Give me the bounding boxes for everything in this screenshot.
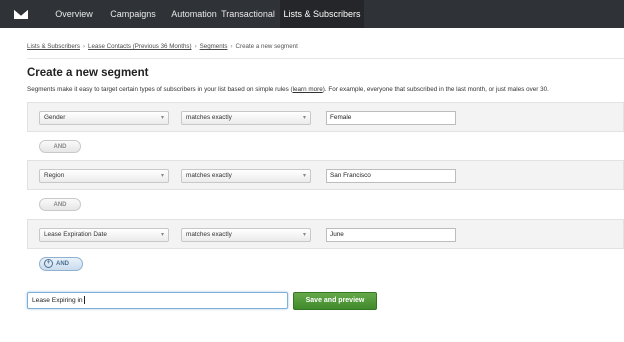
rule-value-input[interactable]: Female: [326, 111, 456, 125]
breadcrumb-separator: ›: [230, 43, 233, 50]
learn-more-link[interactable]: learn more: [293, 86, 323, 93]
rule-field-select[interactable]: Region ▾: [39, 169, 169, 183]
breadcrumb-current: Create a new segment: [235, 43, 298, 50]
add-and-rule-button[interactable]: + AND: [39, 257, 83, 271]
save-and-preview-button[interactable]: Save and preview: [293, 292, 377, 310]
breadcrumb-lists[interactable]: Lists & Subscribers: [27, 43, 80, 50]
top-nav: Overview Campaigns Automation Transactio…: [0, 0, 624, 28]
nav-transactional[interactable]: Transactional: [218, 0, 278, 28]
segment-name-input[interactable]: Lease Expiring in: [27, 292, 288, 309]
rule-field-select[interactable]: Gender ▾: [39, 111, 169, 125]
rule-operator-select[interactable]: matches exactly ▾: [181, 228, 311, 242]
breadcrumb-list-name[interactable]: Lease Contacts (Previous 36 Months): [88, 43, 192, 50]
intro-text-start: Segments make it easy to target certain …: [27, 86, 293, 93]
rule-row: Region ▾ matches exactly ▾ San Francisco: [27, 160, 624, 190]
rule-operator-value: matches exactly: [186, 114, 232, 121]
page-title: Create a new segment: [27, 67, 149, 79]
rule-row: Gender ▾ matches exactly ▾ Female: [27, 102, 624, 132]
plus-circle-icon: +: [44, 258, 53, 268]
nav-campaigns[interactable]: Campaigns: [102, 0, 164, 28]
nav-overview[interactable]: Overview: [49, 0, 99, 28]
rule-field-value: Lease Expiration Date: [44, 231, 107, 238]
chevron-down-icon: ▾: [160, 232, 164, 238]
rule-value-input[interactable]: June: [326, 228, 456, 242]
chevron-down-icon: ▾: [302, 115, 306, 121]
text-caret: [83, 296, 85, 305]
intro-text: Segments make it easy to target certain …: [27, 86, 549, 93]
breadcrumb-segments[interactable]: Segments: [200, 43, 228, 50]
chevron-down-icon: ▾: [302, 173, 306, 179]
rule-field-value: Gender: [44, 114, 66, 121]
rule-field-value: Region: [44, 172, 65, 179]
and-connector: AND: [39, 198, 81, 211]
chevron-down-icon: ▾: [302, 232, 306, 238]
nav-lists-subscribers[interactable]: Lists & Subscribers: [280, 0, 364, 28]
breadcrumb-separator: ›: [82, 43, 86, 50]
breadcrumb-separator: ›: [194, 43, 197, 50]
rule-field-select[interactable]: Lease Expiration Date ▾: [39, 228, 169, 242]
rule-operator-value: matches exactly: [186, 231, 232, 238]
nav-automation[interactable]: Automation: [164, 0, 224, 28]
intro-text-end: ). For example, everyone that subscribed…: [322, 86, 549, 93]
logo-icon[interactable]: [0, 0, 42, 28]
rule-operator-select[interactable]: matches exactly ▾: [181, 169, 311, 183]
rule-value-input[interactable]: San Francisco: [326, 169, 456, 183]
add-and-label: AND: [56, 261, 69, 267]
and-connector: AND: [39, 140, 81, 153]
chevron-down-icon: ▾: [160, 173, 164, 179]
divider: [27, 58, 624, 59]
rule-operator-value: matches exactly: [186, 172, 232, 179]
chevron-down-icon: ▾: [160, 115, 164, 121]
rule-row: Lease Expiration Date ▾ matches exactly ▾ …: [27, 219, 624, 249]
breadcrumb: Lists & Subscribers › Lease Contacts (Prev…: [27, 43, 298, 50]
rule-operator-select[interactable]: matches exactly ▾: [181, 111, 311, 125]
segment-name-value: Lease Expiring in: [32, 297, 83, 304]
